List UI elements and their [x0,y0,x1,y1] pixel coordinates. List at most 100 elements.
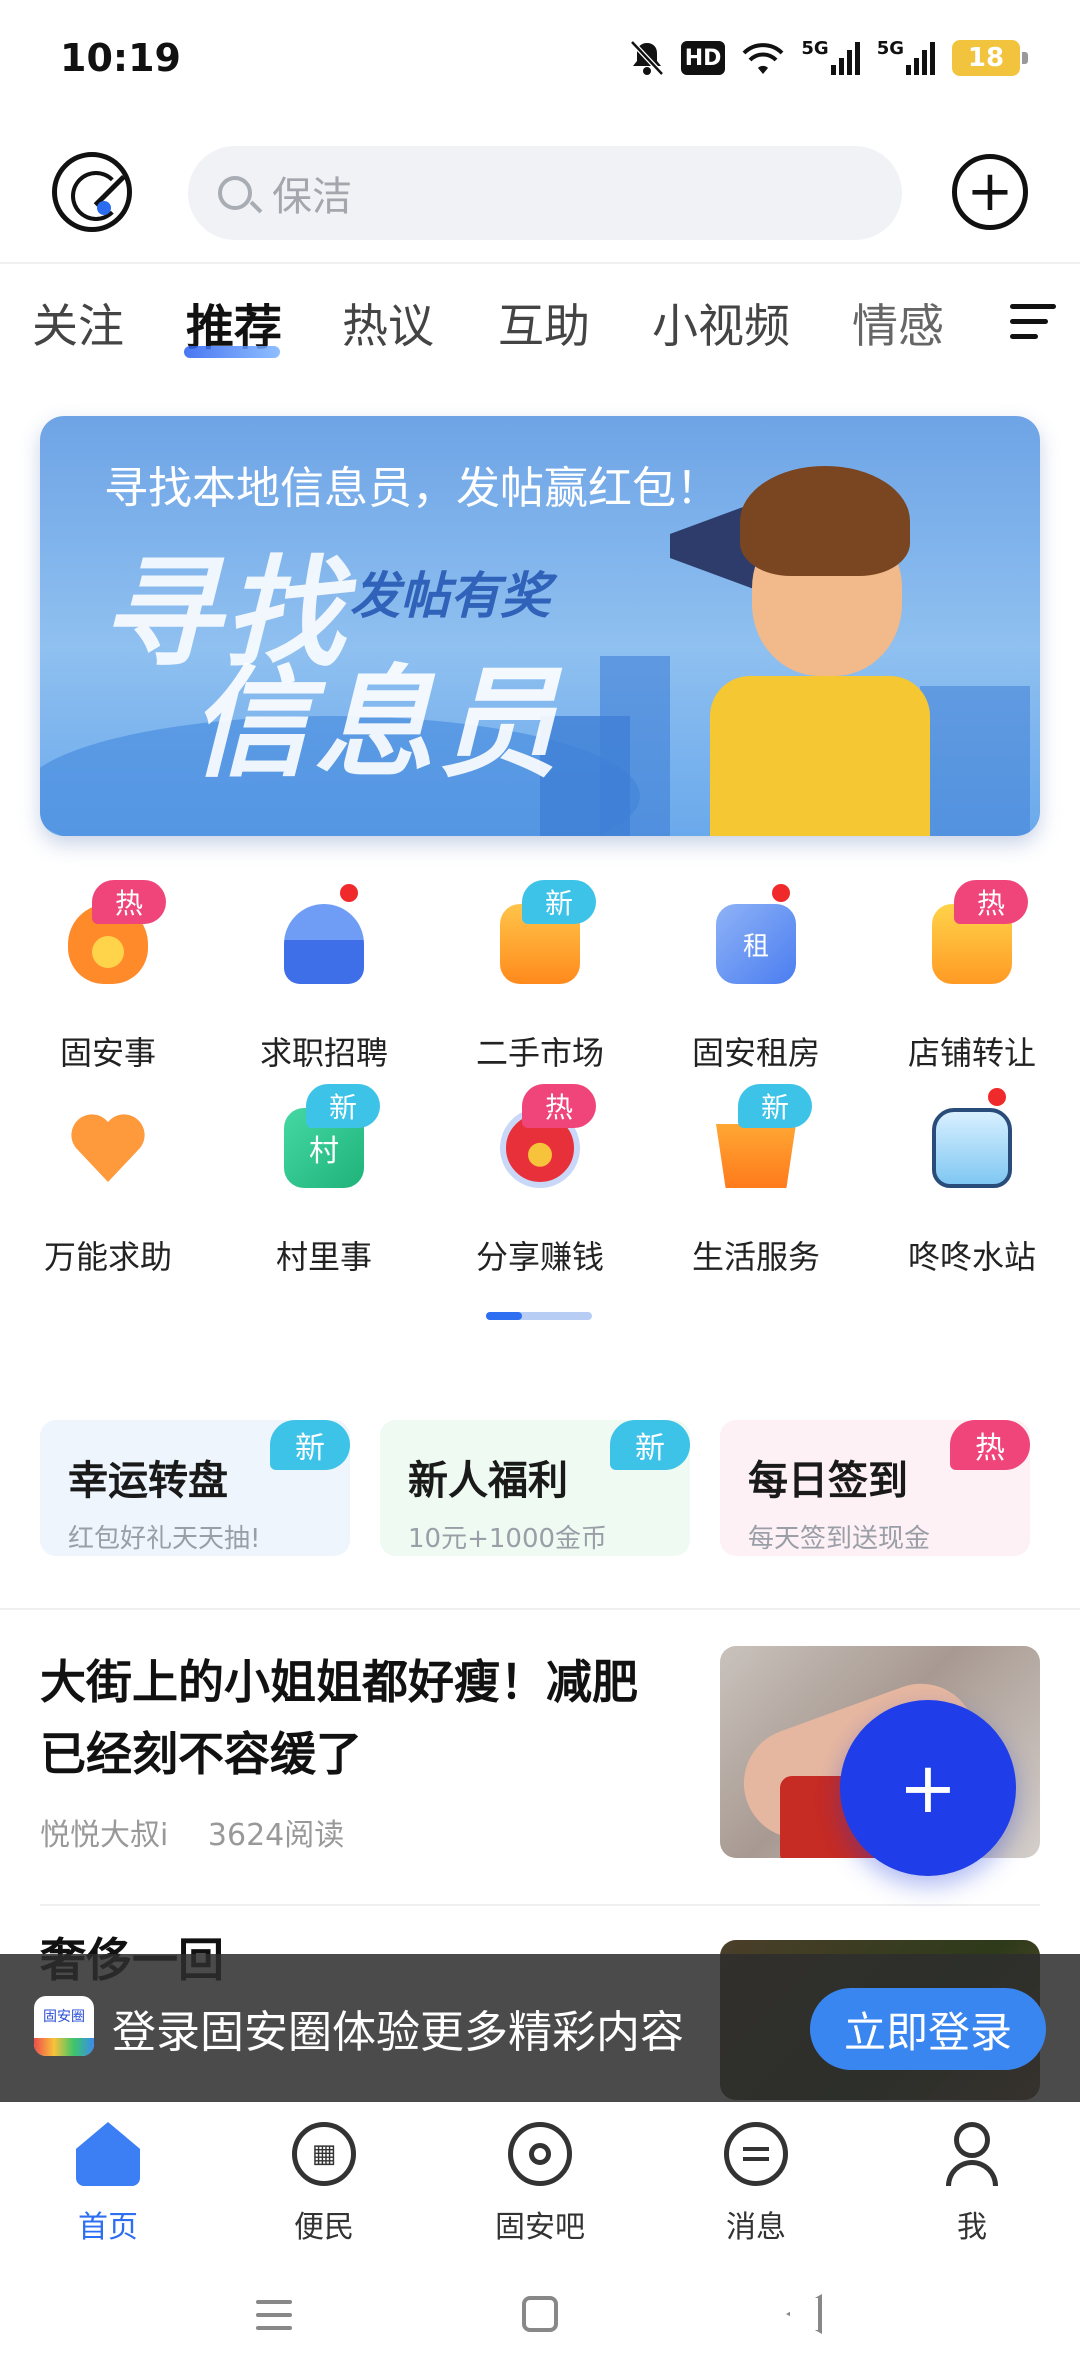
search-input[interactable]: 保洁 [188,146,902,240]
tab-hot[interactable]: 热议 [342,290,434,356]
hot-badge: 热 [92,880,166,924]
new-badge: 新 [610,1420,690,1470]
radar-icon[interactable] [52,152,132,232]
system-home-icon[interactable] [522,2296,558,2332]
article-author: 悦悦大叔i [40,1818,169,1853]
grid-item-village[interactable]: 村 新 村里事 [216,1084,432,1284]
grid-item-life-service[interactable]: 新 生活服务 [648,1084,864,1284]
grid-item-label: 分享赚钱 [475,1238,604,1276]
new-badge: 新 [270,1420,350,1470]
network-type-label: 5G [876,38,904,59]
notification-dot [988,1088,1006,1106]
category-tabs: 关注 推荐 热议 互助 小视频 情感 [0,290,1080,370]
signal-5g-icon: 5G [877,38,936,78]
tab-short-video[interactable]: 小视频 [652,290,790,356]
nav-label: 我 [957,2210,987,2245]
message-icon [724,2122,788,2186]
search-placeholder: 保洁 [272,174,352,220]
status-time: 10:19 [60,36,181,80]
bell-off-icon [629,38,665,78]
status-bar: 10:19 HD 5G 5G 18 [0,0,1080,118]
network-type-label: 5G [801,38,829,59]
grid-item-label: 咚咚水站 [907,1238,1036,1276]
hd-icon: HD [680,41,726,75]
grid-item-water-station[interactable]: 咚咚水站 [864,1084,1080,1284]
top-bar: 保洁 + [0,140,1080,260]
promo-banner[interactable]: 寻找本地信息员，发帖赢红包！ 寻找 发帖有奖 信息员 [40,416,1040,836]
nav-convenience[interactable]: ▦ 便民 [216,2116,432,2246]
grid-icon: ▦ [292,2122,356,2186]
divider [0,262,1080,264]
nav-label: 消息 [726,2210,786,2245]
grid-item-gu-an-shi[interactable]: 热 固安事 [0,880,216,1080]
login-prompt-bar: 固安圈 登录固安圈体验更多精彩内容 立即登录 [0,1954,1080,2102]
home-icon [76,2122,140,2186]
status-icons: HD 5G 5G 18 [629,36,1028,80]
divider [0,1608,1080,1610]
grid-item-label: 求职招聘 [259,1034,388,1072]
promo-subtitle: 每天签到送现金 [748,1524,931,1554]
menu-icon[interactable] [1010,304,1056,344]
cartoon-person-illustration [680,456,960,836]
article-reads: 3624阅读 [207,1818,345,1853]
promo-newcomer-benefit[interactable]: 新人福利 10元+1000金币 新 [380,1420,690,1556]
rent-icon: 租 [716,904,796,984]
app-logo: 固安圈 [34,1996,94,2056]
login-prompt-text: 登录固安圈体验更多精彩内容 [112,2007,684,2058]
grid-item-jobs[interactable]: 求职招聘 [216,880,432,1080]
login-button[interactable]: 立即登录 [810,1988,1046,2070]
signal-5g-icon: 5G [801,38,860,78]
grid-pager-active [486,1312,522,1320]
promo-daily-checkin[interactable]: 每日签到 每天签到送现金 热 [720,1420,1030,1556]
nav-forum[interactable]: 固安吧 [432,2116,648,2246]
promo-subtitle: 10元+1000金币 [408,1524,608,1554]
water-bottle-icon [932,1108,1012,1188]
active-tab-indicator [184,346,280,358]
back-icon[interactable] [786,2294,822,2334]
grid-item-share-earn[interactable]: 热 分享赚钱 [432,1084,648,1284]
hot-badge: 热 [950,1420,1030,1470]
grid-item-label: 二手市场 [475,1034,604,1072]
grid-item-second-hand[interactable]: 新 二手市场 [432,880,648,1080]
recent-apps-icon[interactable] [256,2300,292,2330]
notification-dot [772,884,790,902]
grid-item-rental[interactable]: 租 固安租房 [648,880,864,1080]
heart-icon [68,1108,148,1188]
nav-messages[interactable]: 消息 [648,2116,864,2246]
grid-item-label: 村里事 [275,1238,372,1276]
new-badge: 新 [738,1084,812,1128]
wifi-icon [741,38,785,78]
tab-emotion[interactable]: 情感 [852,290,944,356]
nav-label: 首页 [78,2210,138,2245]
grid-item-label: 生活服务 [691,1238,820,1276]
notification-dot [340,884,358,902]
tab-follow[interactable]: 关注 [32,290,124,356]
hot-badge: 热 [954,880,1028,924]
banner-caption: 寻找本地信息员，发帖赢红包！ [104,463,720,514]
article-title: 大街上的小姐姐都好瘦！减肥已经刻不容缓了 [40,1655,638,1781]
bottom-nav: 首页 ▦ 便民 固安吧 消息 我 [0,2102,1080,2252]
system-nav-bar [0,2252,1080,2376]
nav-home[interactable]: 首页 [0,2116,216,2246]
job-person-icon [284,904,364,984]
nav-label: 固安吧 [495,2210,585,2245]
chat-circle-icon [508,2122,572,2186]
grid-item-label: 固安事 [59,1034,156,1072]
new-badge: 新 [306,1084,380,1128]
person-icon [940,2122,1004,2186]
grid-item-label: 万能求助 [43,1238,172,1276]
banner-art-sub: 发帖有奖 [350,567,550,625]
create-post-button[interactable]: + [840,1700,1016,1876]
nav-label: 便民 [294,2210,354,2245]
hot-badge: 热 [522,1084,596,1128]
tab-help[interactable]: 互助 [498,290,590,356]
battery-icon: 18 [952,40,1028,76]
promo-subtitle: 红包好礼天天抽! [68,1524,261,1554]
nav-profile[interactable]: 我 [864,2116,1080,2246]
add-icon[interactable]: + [952,154,1028,230]
promo-lucky-wheel[interactable]: 幸运转盘 红包好礼天天抽! 新 [40,1420,350,1556]
search-icon [218,176,252,210]
divider [40,1904,1040,1906]
grid-item-help[interactable]: 万能求助 [0,1084,216,1284]
grid-item-shop-transfer[interactable]: 热 店铺转让 [864,880,1080,1080]
